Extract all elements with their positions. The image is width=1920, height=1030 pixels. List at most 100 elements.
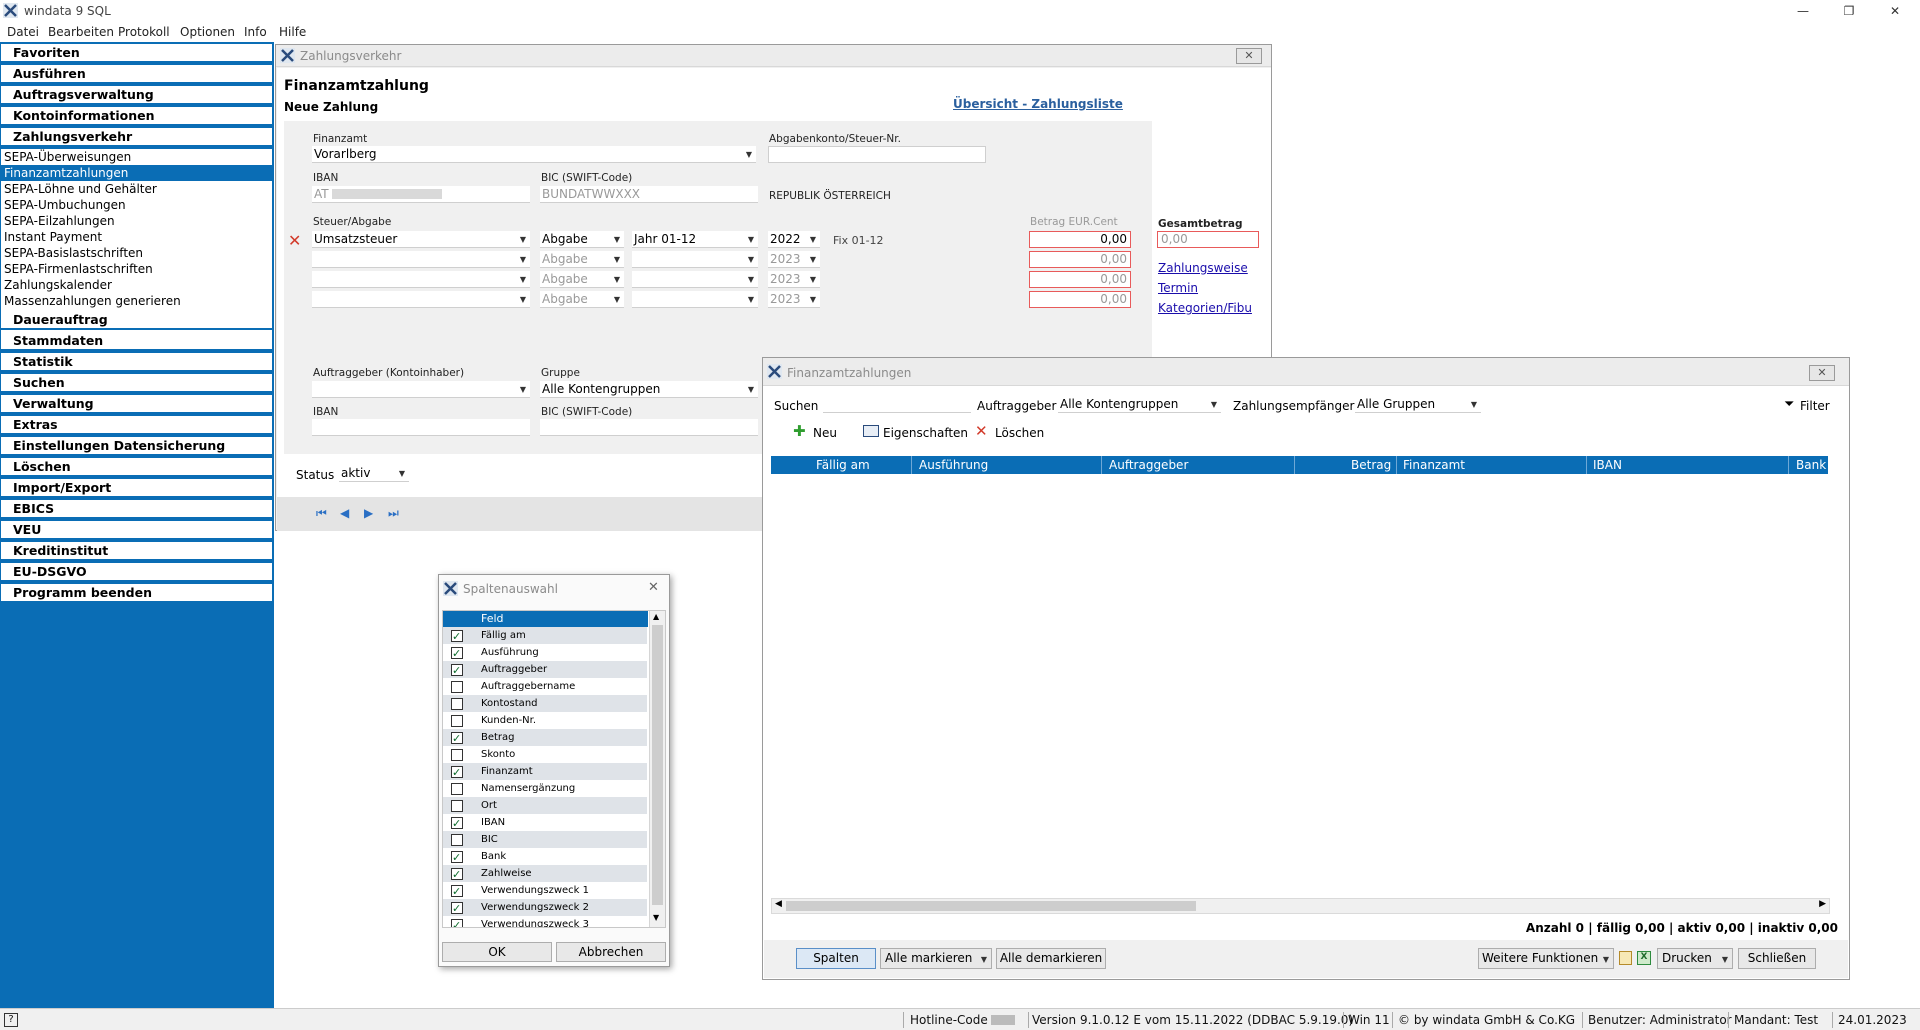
field-checkbox[interactable] (451, 715, 463, 727)
new-icon[interactable]: ✚ (793, 422, 806, 440)
schliessen-button[interactable]: Schließen (1738, 948, 1816, 969)
field-row[interactable]: Auftraggeber (443, 661, 647, 679)
col-bank[interactable]: Bank (1796, 458, 1826, 472)
horizontal-scrollbar[interactable]: ◀ ▶ (771, 898, 1830, 914)
field-checkbox[interactable] (451, 698, 463, 710)
drucken-button[interactable]: Drucken (1657, 948, 1733, 969)
jahr-select-row4[interactable]: 2023 (768, 291, 820, 308)
betrag-input-row3[interactable]: 0,00 (1029, 271, 1131, 288)
abgabe-select-row2[interactable]: Abgabe (540, 251, 624, 268)
sidebar-section-loeschen[interactable]: Löschen (1, 458, 272, 477)
sidebar-item-sepa-ueberweisungen[interactable]: SEPA-Überweisungen (1, 149, 272, 165)
field-checkbox[interactable] (451, 749, 463, 761)
abgabe-select-row1[interactable]: Abgabe (540, 231, 624, 248)
steuer-select-row3[interactable] (312, 271, 530, 288)
field-row[interactable]: Bank (443, 848, 647, 866)
help-icon[interactable]: ? (4, 1013, 18, 1027)
sidebar-section-veu[interactable]: VEU (1, 521, 272, 540)
steuer-select-row2[interactable] (312, 251, 530, 268)
copy-icon[interactable] (1619, 951, 1632, 965)
restore-button[interactable]: ❐ (1826, 0, 1872, 22)
fa-filter-label[interactable]: Filter (1800, 399, 1830, 413)
field-checkbox[interactable] (451, 815, 463, 832)
field-checkbox[interactable] (451, 681, 463, 693)
sidebar-section-extras[interactable]: Extras (1, 416, 272, 435)
sidebar-item-sepa-firmenlastschriften[interactable]: SEPA-Firmenlastschriften (1, 261, 272, 277)
sidebar-item-finanzamtzahlungen[interactable]: Finanzamtzahlungen (1, 165, 272, 181)
field-row[interactable]: Betrag (443, 729, 647, 747)
fa-props-button[interactable]: Eigenschaften (883, 426, 968, 440)
field-checkbox[interactable] (451, 883, 463, 900)
iban2-field[interactable] (312, 419, 530, 436)
scroll-right-icon[interactable]: ▶ (1819, 899, 1826, 909)
fa-search-input[interactable] (823, 396, 971, 413)
menu-optionen[interactable]: Optionen (180, 25, 235, 39)
menu-bearbeiten[interactable]: Bearbeiten (48, 25, 114, 39)
fa-close-icon[interactable]: ✕ (1809, 365, 1835, 381)
zahlungsweise-link[interactable]: Zahlungsweise (1158, 261, 1248, 275)
sidebar-section-suchen[interactable]: Suchen (1, 374, 272, 393)
excel-icon[interactable]: X (1637, 951, 1651, 965)
field-row[interactable]: BIC (443, 831, 647, 848)
field-checkbox[interactable] (451, 800, 463, 812)
menu-hilfe[interactable]: Hilfe (279, 25, 306, 39)
fa-delete-button[interactable]: Löschen (995, 426, 1044, 440)
weitere-funktionen-button[interactable]: Weitere Funktionen (1478, 948, 1614, 969)
delete-icon[interactable]: ✕ (975, 422, 988, 440)
field-row[interactable]: Verwendungszweck 2 (443, 899, 647, 917)
properties-icon[interactable] (863, 425, 879, 437)
field-checkbox[interactable] (451, 764, 463, 781)
scroll-down-icon[interactable]: ▼ (653, 913, 659, 922)
zeitraum-select-row4[interactable] (632, 291, 758, 308)
field-row[interactable]: Namensergänzung (443, 780, 647, 797)
alle-markieren-button[interactable]: Alle markieren (880, 948, 992, 969)
auftraggeber-select[interactable] (312, 381, 530, 398)
sidebar-section-programm-beenden[interactable]: Programm beenden (1, 584, 272, 603)
filter-icon[interactable]: ⏷ (1784, 397, 1794, 412)
sidebar-section-eu-dsgvo[interactable]: EU-DSGVO (1, 563, 272, 582)
vertical-scrollbar[interactable]: ▲ ▼ (649, 611, 665, 927)
kategorien-link[interactable]: Kategorien/Fibu (1158, 301, 1252, 315)
sidebar-section-ebics[interactable]: EBICS (1, 500, 272, 519)
last-record-icon[interactable]: ⏭ (388, 506, 399, 521)
menu-protokoll[interactable]: Protokoll (118, 25, 170, 39)
zeitraum-select-row1[interactable]: Jahr 01-12 (632, 231, 758, 248)
betrag-input-row2[interactable]: 0,00 (1029, 251, 1131, 268)
sidebar-section-auftragsverwaltung[interactable]: Auftragsverwaltung (1, 86, 272, 105)
field-row[interactable]: Kontostand (443, 695, 647, 712)
scroll-thumb[interactable] (652, 625, 663, 905)
overview-link[interactable]: Übersicht - Zahlungsliste (953, 97, 1123, 111)
field-row[interactable]: Zahlweise (443, 865, 647, 883)
fa-new-button[interactable]: Neu (813, 426, 837, 440)
sidebar-section-favoriten[interactable]: Favoriten (1, 44, 272, 63)
sidebar-section-statistik[interactable]: Statistik (1, 353, 272, 372)
abgabe-select-row3[interactable]: Abgabe (540, 271, 624, 288)
sidebar-section-zahlungsverkehr[interactable]: Zahlungsverkehr (1, 128, 272, 147)
sidebar-section-import-export[interactable]: Import/Export (1, 479, 272, 498)
scroll-thumb[interactable] (786, 901, 1196, 911)
zv-close-icon[interactable]: ✕ (1236, 48, 1262, 64)
field-checkbox[interactable] (451, 917, 463, 927)
field-row[interactable]: Verwendungszweck 1 (443, 882, 647, 900)
field-row[interactable]: IBAN (443, 814, 647, 832)
field-checkbox[interactable] (451, 730, 463, 747)
field-row[interactable]: Finanzamt (443, 763, 647, 781)
dialog-close-icon[interactable]: ✕ (648, 580, 659, 595)
finanzamt-select[interactable]: Vorarlberg (312, 146, 756, 163)
col-auftraggeber[interactable]: Auftraggeber (1109, 458, 1188, 472)
sidebar-section-kontoinformationen[interactable]: Kontoinformationen (1, 107, 272, 126)
bic2-field[interactable] (540, 419, 758, 436)
status-select[interactable]: aktiv (339, 465, 409, 482)
sidebar-item-sepa-eilzahlungen[interactable]: SEPA-Eilzahlungen (1, 213, 272, 229)
scroll-up-icon[interactable]: ▲ (653, 612, 659, 621)
col-faellig-am[interactable]: Fällig am (816, 458, 870, 472)
gruppe-select[interactable]: Alle Kontengruppen (540, 381, 758, 398)
sidebar-item-sepa-umbuchungen[interactable]: SEPA-Umbuchungen (1, 197, 272, 213)
first-record-icon[interactable]: ⏮ (316, 506, 327, 521)
sidebar-item-instant-payment[interactable]: Instant Payment (1, 229, 272, 245)
field-checkbox[interactable] (451, 866, 463, 883)
col-betrag[interactable]: Betrag (1351, 458, 1391, 472)
sidebar-section-dauerauftrag[interactable]: Dauerauftrag (1, 311, 272, 330)
sidebar-item-sepa-loehne[interactable]: SEPA-Löhne und Gehälter (1, 181, 272, 197)
field-row[interactable]: Skonto (443, 746, 647, 763)
